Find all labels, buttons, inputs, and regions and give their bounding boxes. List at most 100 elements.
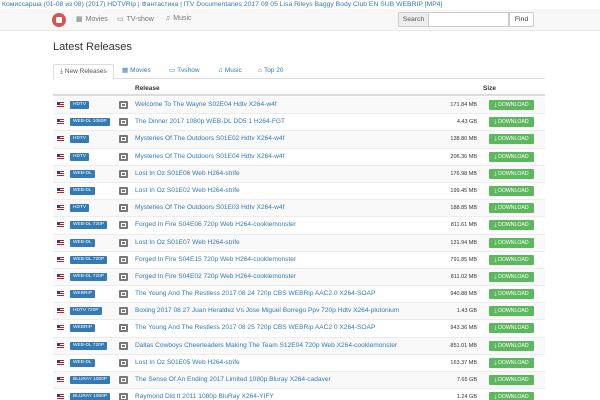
tab-label: Tvshow — [177, 67, 200, 74]
download-label: DOWNLOAD — [498, 239, 529, 246]
tab-movies[interactable]: ▦ Movies — [116, 64, 157, 79]
nav-music-label: Music — [173, 15, 192, 22]
download-button[interactable]: ⤓ DOWNLOAD — [489, 375, 534, 385]
nav-music[interactable]: ♫ Music — [165, 15, 192, 22]
download-button[interactable]: ⤓ DOWNLOAD — [489, 306, 534, 317]
search-input[interactable] — [429, 12, 509, 27]
release-link[interactable]: Mysteries Of The Outdoors S01E02 Hdtv X2… — [135, 135, 284, 142]
us-flag-icon — [57, 291, 64, 297]
download-label: DOWNLOAD — [498, 222, 529, 229]
download-label: DOWNLOAD — [498, 325, 529, 332]
release-tabs: ⤓ New Releases ▦ Movies ▭ Tvshow ♫ Music ⌂ To… — [53, 64, 545, 80]
table-row: WEB-DL 1080P The Dinner 2017 1080p WEB-DL… — [53, 114, 545, 132]
us-flag-icon — [57, 102, 64, 107]
release-link[interactable]: Raymond Did It 2011 1080p BluRay X264-YI… — [135, 393, 274, 400]
download-button[interactable]: ⤓ DOWNLOAD — [489, 185, 534, 196]
site-logo[interactable] — [52, 13, 66, 27]
release-link[interactable]: Forged In Fire S04E15 720p Web H264-cook… — [135, 256, 296, 263]
download-button[interactable]: ⤓ DOWNLOAD — [489, 237, 534, 248]
download-button[interactable]: ⤓ DOWNLOAD — [489, 357, 534, 368]
release-link[interactable]: The Young And The Restless 2017 08 24 72… — [135, 290, 375, 297]
download-button[interactable]: ⤓ DOWNLOAD — [489, 134, 534, 145]
quality-badge: HDTV — [70, 135, 90, 144]
download-button[interactable]: ⤓ DOWNLOAD — [489, 289, 534, 300]
column-header-release: Release — [135, 85, 160, 92]
release-size: 138.80 MB — [450, 136, 477, 143]
release-size: 199.45 MB — [450, 187, 477, 194]
table-row: WEB-DL Lost In Oz S01E07 Web H264-strife 1… — [53, 234, 545, 252]
quality-badge: WEB-DL 720P — [70, 341, 108, 350]
release-link[interactable]: Welcome To The Wayne S02E04 Hdtv X264-w4… — [135, 101, 277, 108]
us-flag-icon — [57, 205, 64, 211]
download-button[interactable]: ⤓ DOWNLOAD — [489, 151, 534, 162]
quality-badge: BLURAY 1080P — [70, 376, 110, 384]
tab-new-releases[interactable]: ⤓ New Releases — [53, 64, 114, 80]
download-label: DOWNLOAD — [498, 394, 529, 400]
download-button[interactable]: ⤓ DOWNLOAD — [489, 392, 534, 400]
download-label: DOWNLOAD — [498, 256, 529, 263]
quality-badge: WEB-DL — [70, 169, 95, 178]
quality-badge: WEB-DL 720P — [70, 272, 108, 281]
table-row: WEBRIP The Young And The Restless 2017 08… — [53, 286, 545, 304]
download-button[interactable]: ⤓ DOWNLOAD — [489, 271, 534, 282]
release-size: 176.98 MB — [450, 170, 477, 177]
quality-badge: HDTV — [70, 101, 90, 109]
category-icon — [119, 324, 128, 333]
release-link[interactable]: The Dinner 2017 1080p WEB-DL DD5 1 H264-… — [135, 118, 285, 125]
release-link[interactable]: Mysteries Of The Outdoors S01E03 Hdtv X2… — [135, 204, 284, 211]
download-button[interactable]: ⤓ DOWNLOAD — [489, 117, 534, 128]
download-button[interactable]: ⤓ DOWNLOAD — [489, 220, 534, 231]
release-size: 1.43 GB — [456, 308, 477, 315]
download-button[interactable]: ⤓ DOWNLOAD — [489, 168, 534, 179]
download-label: DOWNLOAD — [498, 342, 529, 349]
release-link[interactable]: Forged In Fire S04E06 720p Web H264-cook… — [135, 221, 296, 228]
release-link[interactable]: Lost In Oz S01E06 Web H264-strife — [135, 170, 240, 177]
download-button[interactable]: ⤓ DOWNLOAD — [489, 340, 534, 351]
download-button[interactable]: ⤓ DOWNLOAD — [489, 254, 534, 265]
us-flag-icon — [57, 256, 64, 262]
tab-music[interactable]: ♫ Music — [212, 64, 248, 79]
release-link[interactable]: Forged In Fire S04E02 720p Web H264-cook… — [135, 273, 296, 280]
quality-badge: HDTV — [70, 152, 90, 161]
release-link[interactable]: Boxing 2017 08 27 Juan Heraldez Vs Jose … — [135, 307, 399, 314]
download-label: DOWNLOAD — [498, 170, 529, 177]
quality-badge: BLURAY 1080P — [70, 393, 110, 400]
table-row: WEBRIP The Young And The Restless 2017 08… — [53, 320, 545, 338]
us-flag-icon — [57, 359, 64, 365]
release-link[interactable]: Lost In Oz S01E05 Web H264-strife — [135, 359, 240, 366]
table-row: WEB-DL Lost In Oz S01E02 Web H264-strife 1… — [53, 183, 545, 201]
us-flag-icon — [57, 273, 64, 279]
nav-movies[interactable]: ▦ Movies — [76, 15, 108, 24]
nav-tvshow[interactable]: ▭ TV-show — [117, 15, 154, 24]
us-flag-icon — [57, 170, 64, 176]
column-header-size: Size — [483, 85, 497, 92]
table-row: WEB-DL 720P Forged In Fire S04E06 720p We… — [53, 217, 545, 235]
release-link[interactable]: Mysteries Of The Outdoors S01E04 Hdtv X2… — [135, 153, 284, 160]
release-link[interactable]: Lost In Oz S01E07 Web H264-strife — [135, 239, 240, 246]
us-flag-icon — [57, 325, 64, 331]
release-link[interactable]: Dallas Cowboys Cheerleaders Making The T… — [135, 342, 397, 349]
download-label: DOWNLOAD — [498, 273, 529, 280]
download-button[interactable]: ⤓ DOWNLOAD — [489, 100, 534, 110]
nav-tvshow-label: TV-show — [126, 15, 154, 23]
release-size: 188.85 MB — [450, 205, 477, 212]
release-link[interactable]: The Young And The Restless 2017 08 25 72… — [135, 324, 375, 331]
download-label: DOWNLOAD — [498, 119, 529, 126]
category-icon — [119, 118, 128, 127]
release-size: 811.02 MB — [450, 273, 477, 280]
category-icon — [119, 204, 128, 213]
quality-badge: WEB-DL — [70, 238, 95, 247]
download-button[interactable]: ⤓ DOWNLOAD — [489, 203, 534, 214]
release-link[interactable]: Lost In Oz S01E02 Web H264-strife — [135, 187, 240, 194]
tab-tvshow[interactable]: ▭ Tvshow — [163, 64, 206, 79]
us-flag-icon — [57, 222, 64, 228]
download-button[interactable]: ⤓ DOWNLOAD — [489, 323, 534, 334]
tab-top-20[interactable]: ⌂ Top 20 — [252, 64, 289, 79]
release-ticker[interactable]: Комиссарша (01-08 из 08) (2017) HDTVRip … — [0, 0, 600, 9]
find-button[interactable]: Find — [509, 12, 534, 27]
table-row: BLURAY 1080P The Sense Of An Ending 2017 … — [53, 372, 545, 390]
release-size: 811.61 MB — [450, 222, 477, 229]
release-link[interactable]: The Sense Of An Ending 2017 Limited 1080… — [135, 376, 331, 383]
category-icon — [119, 358, 128, 367]
table-row: HDTV Mysteries Of The Outdoors S01E02 Hdt… — [53, 131, 545, 149]
